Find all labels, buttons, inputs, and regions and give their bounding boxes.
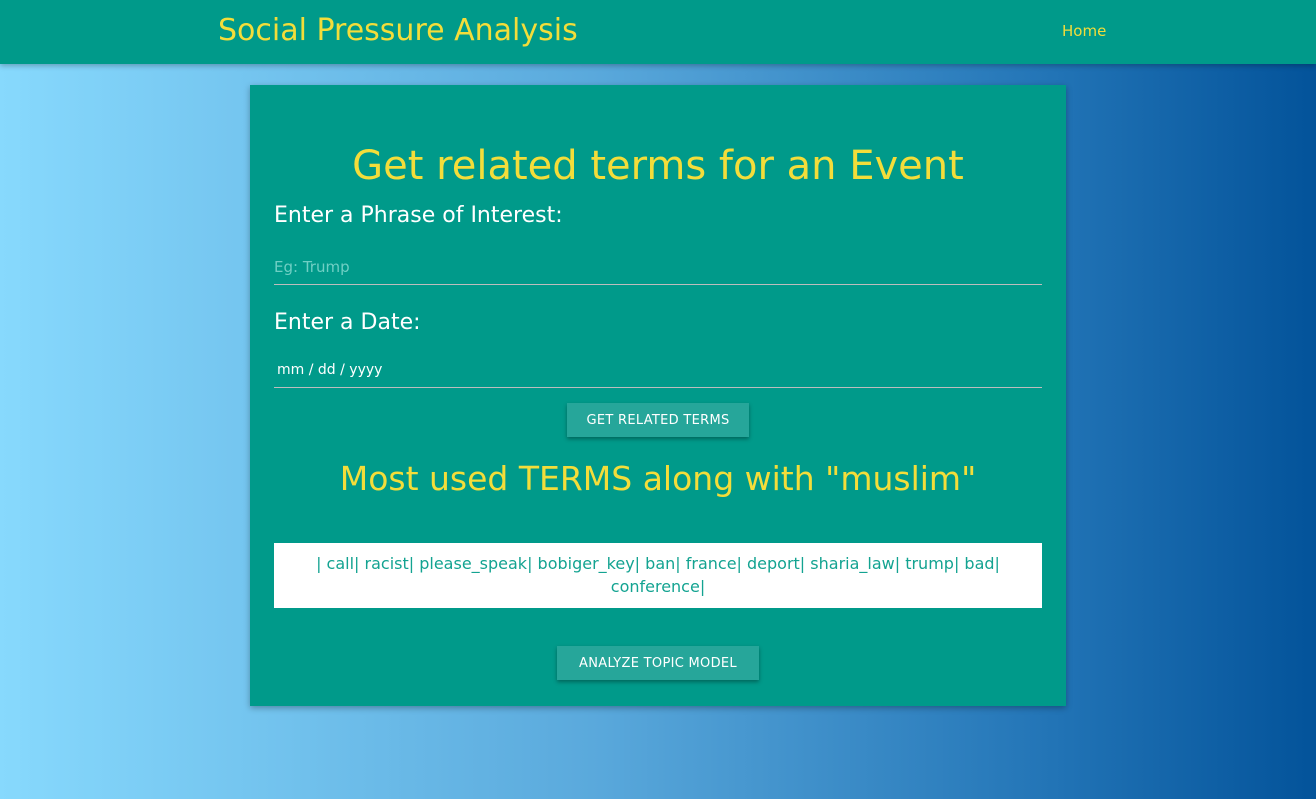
get-related-terms-button[interactable]: GET RELATED TERMS (567, 403, 749, 437)
terms-text: | call| racist| please_speak| bobiger_ke… (316, 554, 1000, 596)
terms-output-box: | call| racist| please_speak| bobiger_ke… (274, 543, 1042, 608)
top-navbar: Social Pressure Analysis Home (0, 0, 1316, 64)
nav-link-home[interactable]: Home (1062, 22, 1106, 40)
date-label: Enter a Date: (274, 310, 421, 335)
phrase-input[interactable] (274, 249, 1042, 285)
results-title: Most used TERMS along with "muslim" (339, 459, 977, 498)
date-input[interactable]: mm / dd / yyyy (274, 352, 1042, 388)
phrase-label: Enter a Phrase of Interest: (274, 203, 563, 228)
analyze-topic-model-button[interactable]: ANALYZE TOPIC MODEL (557, 646, 759, 680)
form-title: Get related terms for an Event (352, 143, 964, 189)
brand-title[interactable]: Social Pressure Analysis (218, 13, 578, 48)
main-card: Get related terms for an Event Enter a P… (250, 85, 1066, 706)
